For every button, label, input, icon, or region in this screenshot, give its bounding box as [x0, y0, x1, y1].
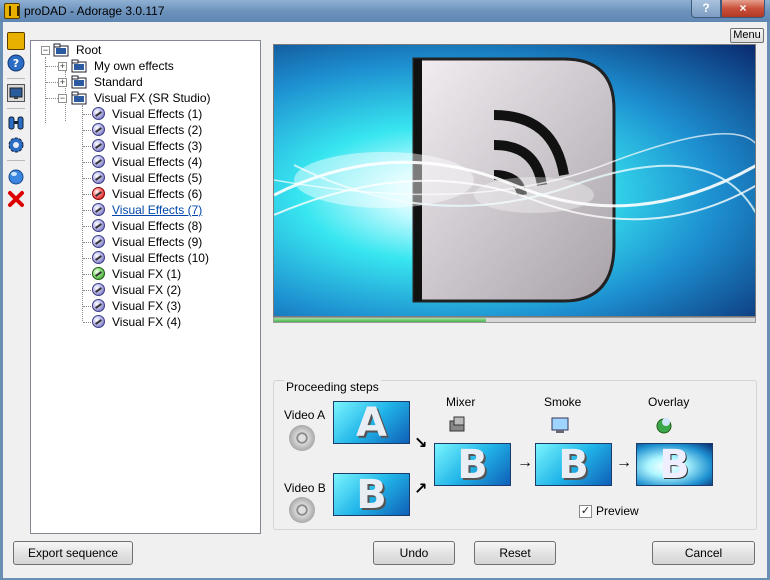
settings-gear-icon[interactable]	[7, 136, 25, 154]
tree-effect-label: Visual Effects (10)	[112, 251, 209, 265]
svg-text:?: ?	[13, 57, 19, 70]
proceeding-steps-title: Proceeding steps	[284, 380, 381, 394]
effect-preset-icon	[92, 251, 105, 264]
tree-effect-label: Visual Effects (2)	[112, 123, 203, 137]
tree-effect-label: Visual FX (4)	[112, 315, 182, 329]
mixer-label: Mixer	[446, 395, 476, 409]
overlay-icon	[656, 418, 672, 434]
effect-preview[interactable]	[273, 44, 756, 317]
video-b-thumbnail[interactable]: B	[333, 473, 410, 516]
blue-ball-icon[interactable]	[7, 168, 25, 186]
video-a-thumbnail[interactable]: A	[333, 401, 410, 444]
film-reel-b-icon	[289, 497, 315, 523]
adorage-app-icon	[4, 3, 20, 19]
tree-effect-label: Visual Effects (1)	[112, 107, 203, 121]
tree-folder-label: Standard	[94, 75, 143, 89]
tree-effect-label: Visual Effects (9)	[112, 235, 203, 249]
close-button[interactable]: ×	[721, 0, 765, 18]
expand-icon[interactable]: +	[58, 62, 67, 71]
mixer-thumbnail[interactable]: B	[434, 443, 511, 486]
effect-preset-icon	[92, 283, 105, 296]
title-bar: proDAD - Adorage 3.0.117 ? ×	[0, 0, 770, 22]
effect-preset-icon	[92, 155, 105, 168]
expand-icon[interactable]: +	[58, 78, 67, 87]
tree-effect-label: Visual FX (3)	[112, 299, 182, 313]
tree-effect-label: Visual Effects (6)	[112, 187, 203, 201]
arrow-smoke-to-overlay-icon: →	[616, 454, 632, 471]
arrow-b-to-mixer-icon: ↗	[414, 481, 428, 498]
window-title: proDAD - Adorage 3.0.117	[24, 4, 165, 18]
tree-effect-label: Visual Effects (4)	[112, 155, 203, 169]
video-a-label: Video A	[284, 408, 326, 422]
effect-preset-icon	[92, 123, 105, 136]
tree-effect-label: Visual FX (1)	[112, 267, 182, 281]
main-window: ? − Root + My own effects + Standard − V…	[3, 22, 767, 578]
preview-progress-bar[interactable]	[273, 317, 756, 323]
tree-effect-label: Visual Effects (5)	[112, 171, 203, 185]
tree-folder-label: Visual FX (SR Studio)	[94, 91, 211, 105]
effect-preset-icon	[92, 107, 105, 120]
preview-progress-fill	[274, 318, 486, 322]
effect-preset-icon	[92, 315, 105, 328]
effect-preset-icon	[92, 267, 105, 280]
arrow-a-to-mixer-icon: ↘	[414, 435, 428, 452]
collapse-icon[interactable]: −	[58, 94, 67, 103]
adorage-logo-icon[interactable]	[7, 32, 25, 50]
folder-icon	[71, 91, 87, 105]
effects-tree[interactable]: − Root + My own effects + Standard − Visual F…	[30, 40, 261, 534]
smoke-thumbnail[interactable]: B	[535, 443, 612, 486]
tree-root-label: Root	[76, 43, 102, 57]
root-folder-icon	[53, 43, 69, 57]
reset-button[interactable]: Reset	[474, 541, 556, 565]
preview-checkbox-label: Preview	[596, 504, 639, 518]
effect-preset-icon	[92, 235, 105, 248]
effect-preset-icon	[92, 299, 105, 312]
effect-preset-icon	[92, 139, 105, 152]
folder-icon	[71, 59, 87, 73]
help-icon[interactable]: ?	[7, 54, 25, 72]
preview-checkbox[interactable]: ✓	[579, 505, 592, 518]
overlay-thumbnail[interactable]: B	[636, 443, 713, 486]
proceeding-steps-panel: Proceeding steps Video A A Video B B ↘ ↗…	[273, 380, 757, 530]
tree-effect-label: Visual Effects (3)	[112, 139, 203, 153]
folder-icon	[71, 75, 87, 89]
smoke-icon	[551, 417, 569, 433]
collapse-icon[interactable]: −	[41, 46, 50, 55]
effect-preset-icon	[92, 203, 105, 216]
binoculars-icon[interactable]	[7, 114, 25, 132]
preview-monitor-icon[interactable]	[7, 84, 25, 102]
delete-icon[interactable]	[7, 190, 25, 208]
effect-preset-icon	[92, 171, 105, 184]
menu-button[interactable]: Menu	[730, 28, 764, 43]
undo-button[interactable]: Undo	[373, 541, 455, 565]
export-sequence-button[interactable]: Export sequence	[13, 541, 133, 565]
arrow-mixer-to-smoke-icon: →	[517, 454, 533, 471]
tree-effect-label: Visual Effects (7)	[112, 203, 203, 217]
tree-effect-label: Visual FX (2)	[112, 283, 182, 297]
tree-effect-label: Visual Effects (8)	[112, 219, 203, 233]
smoke-label: Smoke	[544, 395, 582, 409]
cancel-button[interactable]: Cancel	[652, 541, 755, 565]
mixer-icon	[449, 416, 465, 432]
video-b-label: Video B	[284, 481, 326, 495]
film-reel-a-icon	[289, 425, 315, 451]
effect-preset-icon	[92, 219, 105, 232]
tree-folder-label: My own effects	[94, 59, 174, 73]
preview-artwork	[274, 57, 755, 303]
effect-preset-icon	[92, 187, 105, 200]
help-button[interactable]: ?	[691, 0, 721, 18]
overlay-label: Overlay	[648, 395, 690, 409]
